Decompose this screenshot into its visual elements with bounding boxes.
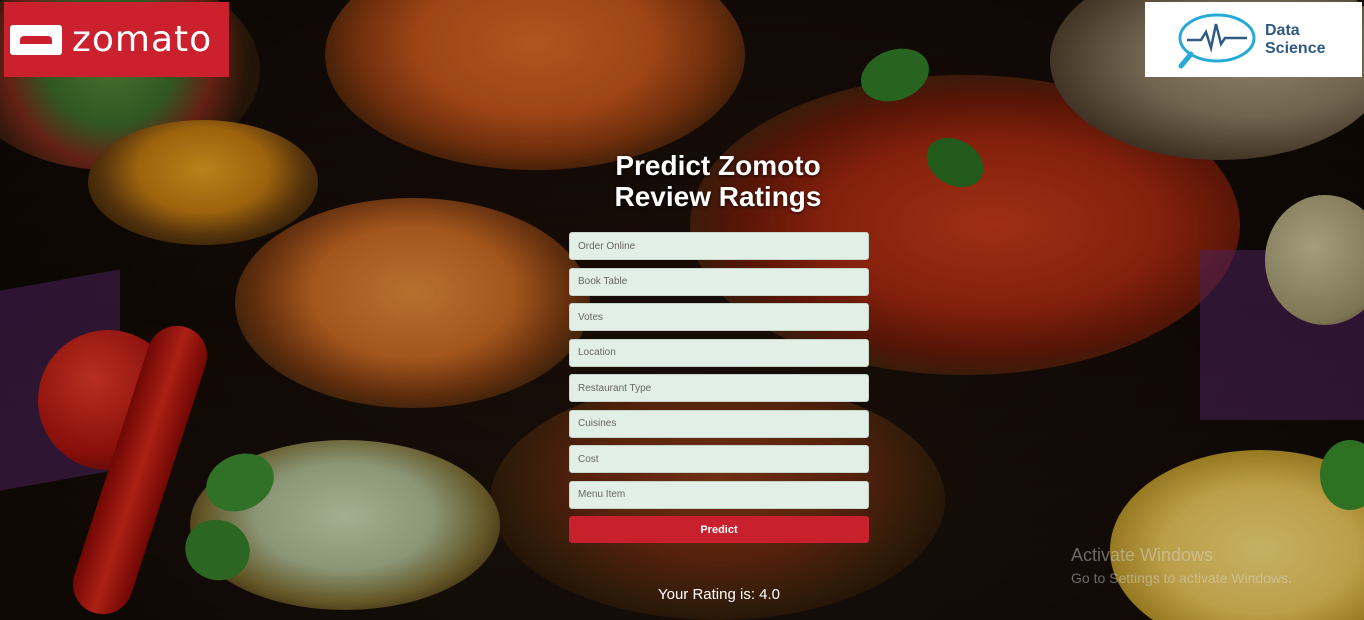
- cuisines-input[interactable]: [569, 409, 869, 438]
- zomato-logo: zomato: [4, 2, 229, 77]
- page-title-line1: Predict Zomoto: [615, 150, 821, 181]
- votes-input[interactable]: [569, 303, 869, 331]
- book-table-input[interactable]: [569, 267, 869, 296]
- prediction-form: Predict: [569, 232, 869, 543]
- predict-button[interactable]: Predict: [569, 516, 869, 543]
- cost-input[interactable]: [569, 445, 869, 473]
- magnifier-pulse-icon: [1175, 10, 1257, 70]
- watermark-line2: Go to Settings to activate Windows.: [1071, 570, 1292, 586]
- menu-item-input[interactable]: [569, 480, 869, 509]
- location-input[interactable]: [569, 338, 869, 367]
- order-online-input[interactable]: [569, 232, 869, 260]
- restaurant-type-input[interactable]: [569, 374, 869, 402]
- zomato-logo-text: zomato: [72, 19, 213, 60]
- ds-logo-line2: Science: [1265, 39, 1326, 57]
- page-title: Predict Zomoto Review Ratings: [568, 150, 868, 212]
- data-science-logo: Data Science: [1145, 2, 1362, 77]
- zomato-logo-icon: [10, 24, 62, 55]
- page-title-line2: Review Ratings: [614, 181, 822, 212]
- rating-result: Your Rating is: 4.0: [657, 586, 781, 603]
- watermark-line1: Activate Windows: [1071, 545, 1214, 565]
- ds-logo-line1: Data: [1265, 21, 1300, 39]
- activate-windows-watermark: Activate Windows Go to Settings to activ…: [1071, 545, 1292, 586]
